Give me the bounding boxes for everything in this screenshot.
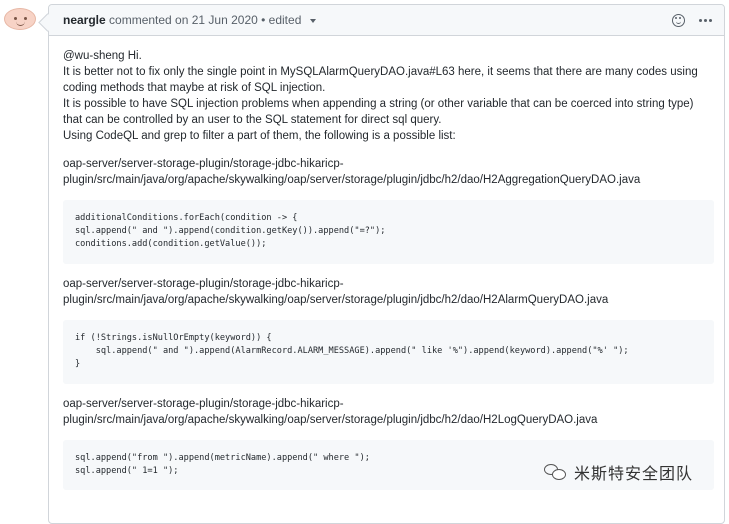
- file-path: oap-server/server-storage-plugin/storage…: [63, 156, 714, 188]
- file-path: oap-server/server-storage-plugin/storage…: [63, 396, 714, 428]
- comment-paragraph: It is better not to fix only the single …: [63, 66, 698, 94]
- comment-header: neargle commented on 21 Jun 2020 • edite…: [49, 5, 724, 36]
- file-path-line: plugin/src/main/java/org/apache/skywalki…: [63, 294, 609, 306]
- file-path-line: oap-server/server-storage-plugin/storage…: [63, 398, 344, 410]
- comment-meta[interactable]: commented on 21 Jun 2020 • edited: [109, 13, 301, 27]
- file-path-line: oap-server/server-storage-plugin/storage…: [63, 158, 344, 170]
- avatar-mouth: [16, 21, 25, 26]
- edit-history-caret-icon[interactable]: [309, 18, 316, 23]
- comment-box: neargle commented on 21 Jun 2020 • edite…: [48, 4, 725, 524]
- comment-author[interactable]: neargle: [63, 13, 106, 27]
- wechat-icon: [544, 462, 568, 482]
- file-path-line: plugin/src/main/java/org/apache/skywalki…: [63, 174, 641, 186]
- watermark-text: 米斯特安全团队: [574, 464, 694, 483]
- avatar-eye: [24, 17, 27, 20]
- code-block: additionalConditions.forEach(condition -…: [63, 200, 714, 264]
- comment-paragraph: It is possible to have SQL injection pro…: [63, 98, 694, 126]
- file-path-line: oap-server/server-storage-plugin/storage…: [63, 278, 344, 290]
- comment-actions: [672, 5, 712, 35]
- comment-body: @wu-sheng Hi. It is better not to fix on…: [49, 36, 724, 490]
- avatar-eye: [14, 17, 17, 20]
- comment-paragraph: Using CodeQL and grep to filter a part o…: [63, 130, 456, 142]
- file-path: oap-server/server-storage-plugin/storage…: [63, 276, 714, 308]
- comment-paragraph: @wu-sheng Hi.: [63, 50, 142, 62]
- avatar[interactable]: [4, 8, 36, 30]
- file-path-line: plugin/src/main/java/org/apache/skywalki…: [63, 414, 598, 426]
- watermark: 米斯特安全团队: [544, 460, 693, 484]
- smiley-icon[interactable]: [672, 13, 685, 27]
- code-block: if (!Strings.isNullOrEmpty(keyword)) { s…: [63, 320, 714, 384]
- kebab-menu-icon[interactable]: [699, 18, 712, 22]
